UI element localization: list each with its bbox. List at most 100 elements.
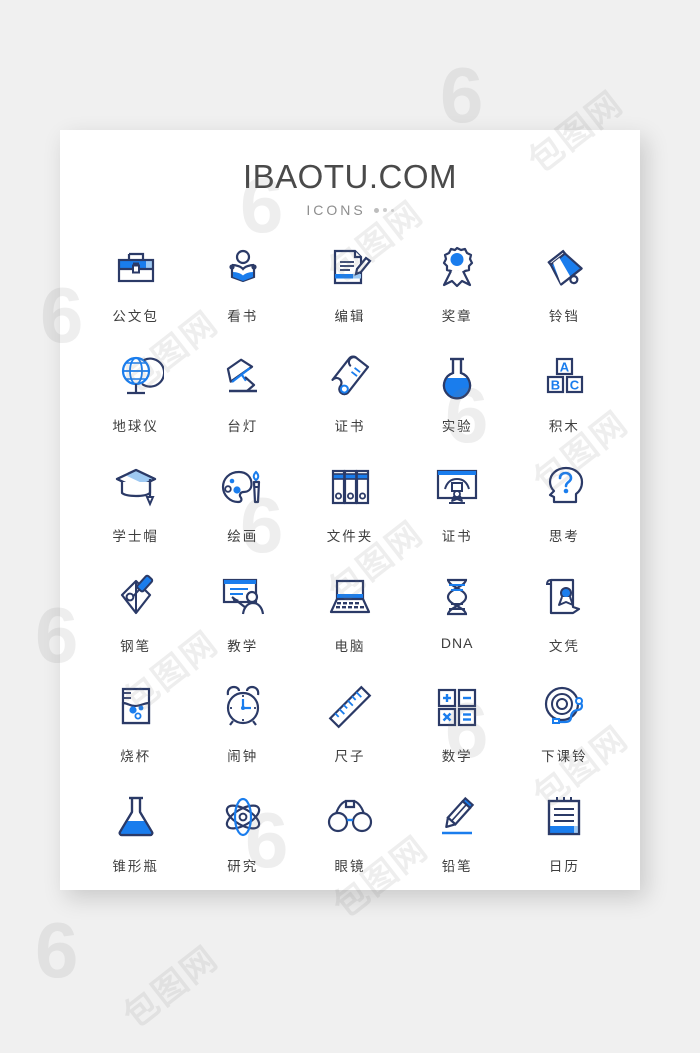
icon-label: 烧杯	[120, 749, 152, 765]
diploma-scroll-icon	[546, 578, 581, 615]
icon-cell-reading-person[interactable]: 看书	[189, 235, 296, 345]
graduation-cap-icon	[115, 468, 156, 507]
icon-cell-round-flask[interactable]: 实验	[404, 345, 511, 455]
icon-cell-notepad-calendar[interactable]: 日历	[511, 785, 618, 895]
icon-label: 积木	[548, 419, 580, 435]
briefcase-icon	[117, 252, 154, 283]
icon-label: 研究	[227, 859, 259, 875]
icon-cell-abc-blocks[interactable]: A B C 积木	[511, 345, 618, 455]
icon-cell-math-symbols[interactable]: 数学	[404, 675, 511, 785]
icon-label: 闹钟	[227, 749, 259, 765]
icon-cell-dna[interactable]: DNA	[404, 565, 511, 675]
icon-cell-scroll-certificate[interactable]: 证书	[296, 345, 403, 455]
icon-cell-briefcase[interactable]: 公文包	[82, 235, 189, 345]
beaker-icon	[121, 687, 150, 725]
icon-label: 地球仪	[112, 419, 159, 435]
icon-cell-alarm-clock[interactable]: 闹钟	[189, 675, 296, 785]
notepad-calendar-icon	[548, 797, 581, 836]
icon-cell-bell[interactable]: 铃铛	[511, 235, 618, 345]
icon-label: 证书	[441, 529, 473, 545]
icon-label: 下课铃	[541, 749, 588, 765]
icon-label: 证书	[334, 419, 366, 435]
icon-cell-globe[interactable]: 地球仪	[82, 345, 189, 455]
fountain-pen-icon	[120, 574, 153, 615]
atom-research-icon	[225, 797, 260, 837]
icon-label: 奖章	[441, 309, 473, 325]
binders-icon	[331, 469, 370, 505]
poster-header: IBAOTU.COM ICONS	[60, 158, 640, 218]
poster-card: IBAOTU.COM ICONS 公文包 看书 编辑 奖章 铃铛 地球仪 台灯 …	[60, 130, 640, 890]
medal-icon	[443, 246, 474, 288]
icon-label: 数学	[441, 749, 473, 765]
palette-brush-icon	[221, 470, 260, 504]
abc-blocks-icon: A B C	[547, 357, 584, 394]
watermark-six: 6	[440, 51, 484, 139]
watermark-cn: 包图网	[116, 938, 227, 1037]
block-letter-c: C	[570, 378, 580, 393]
icon-cell-laptop[interactable]: 电脑	[296, 565, 403, 675]
icon-label: 学士帽	[112, 529, 159, 545]
pencil-icon	[442, 796, 475, 835]
math-symbols-icon	[438, 688, 477, 727]
glasses-icon	[327, 799, 373, 833]
ruler-icon	[328, 685, 372, 729]
icon-cell-ruler[interactable]: 尺子	[296, 675, 403, 785]
icon-label: 文凭	[548, 639, 580, 655]
watermark-six: 6	[35, 906, 79, 994]
icon-label: 文件夹	[326, 529, 374, 545]
icon-cell-thinking-head[interactable]: 思考	[511, 455, 618, 565]
icon-label: 绘画	[227, 529, 259, 545]
diploma-board-icon	[437, 469, 478, 504]
icon-label: 钢笔	[120, 639, 152, 655]
icon-label: 看书	[227, 309, 259, 325]
school-bell-icon	[545, 686, 584, 724]
icon-label: 铃铛	[548, 309, 580, 325]
icon-label: 思考	[548, 529, 580, 545]
icon-cell-glasses[interactable]: 眼镜	[296, 785, 403, 895]
icon-label: 实验	[441, 419, 473, 435]
icon-cell-palette-brush[interactable]: 绘画	[189, 455, 296, 565]
reading-person-icon	[229, 249, 257, 283]
icon-label: 日历	[548, 859, 580, 875]
bell-icon	[547, 249, 584, 286]
alarm-clock-icon	[226, 685, 260, 726]
page-subtitle: ICONS	[306, 202, 366, 218]
icon-label: 锥形瓶	[112, 859, 159, 875]
icon-cell-teaching-board[interactable]: 教学	[189, 565, 296, 675]
round-flask-icon	[443, 357, 472, 400]
icon-set-poster: 6 包图网 6 包图网 6 包图网 6 包图网 6 包图网 6 包图网 6 包图…	[0, 0, 700, 1053]
desk-lamp-icon	[226, 358, 257, 393]
icon-cell-medal[interactable]: 奖章	[404, 235, 511, 345]
subtitle-row: ICONS	[60, 202, 640, 218]
icon-label: 教学	[227, 639, 259, 655]
icon-label: 公文包	[112, 309, 159, 325]
scroll-certificate-icon	[331, 355, 370, 396]
decorative-dots-icon	[373, 207, 394, 213]
block-letter-a: A	[560, 360, 570, 375]
dna-icon	[447, 578, 468, 616]
icon-cell-desk-lamp[interactable]: 台灯	[189, 345, 296, 455]
icon-cell-edit-document[interactable]: 编辑	[296, 235, 403, 345]
conical-flask-icon	[118, 796, 153, 837]
icon-cell-pencil[interactable]: 铅笔	[404, 785, 511, 895]
icon-cell-binders[interactable]: 文件夹	[296, 455, 403, 565]
icon-label: 铅笔	[441, 859, 473, 875]
icon-cell-conical-flask[interactable]: 锥形瓶	[82, 785, 189, 895]
block-letter-b: B	[551, 378, 560, 393]
globe-icon	[121, 356, 164, 395]
thinking-head-icon	[549, 466, 584, 504]
teaching-board-icon	[222, 578, 264, 615]
icon-cell-school-bell[interactable]: 下课铃	[511, 675, 618, 785]
icon-cell-fountain-pen[interactable]: 钢笔	[82, 565, 189, 675]
icon-label: 台灯	[227, 419, 259, 435]
icon-grid: 公文包 看书 编辑 奖章 铃铛 地球仪 台灯 证书 实验 A B C 积木 学士…	[82, 235, 618, 895]
icon-label: 编辑	[334, 309, 366, 325]
icon-cell-graduation-cap[interactable]: 学士帽	[82, 455, 189, 565]
icon-cell-atom-research[interactable]: 研究	[189, 785, 296, 895]
icon-cell-diploma-board[interactable]: 证书	[404, 455, 511, 565]
edit-document-icon	[333, 249, 372, 285]
icon-cell-beaker[interactable]: 烧杯	[82, 675, 189, 785]
page-title: IBAOTU.COM	[242, 158, 457, 195]
icon-label: 尺子	[334, 749, 366, 765]
icon-cell-diploma-scroll[interactable]: 文凭	[511, 565, 618, 675]
